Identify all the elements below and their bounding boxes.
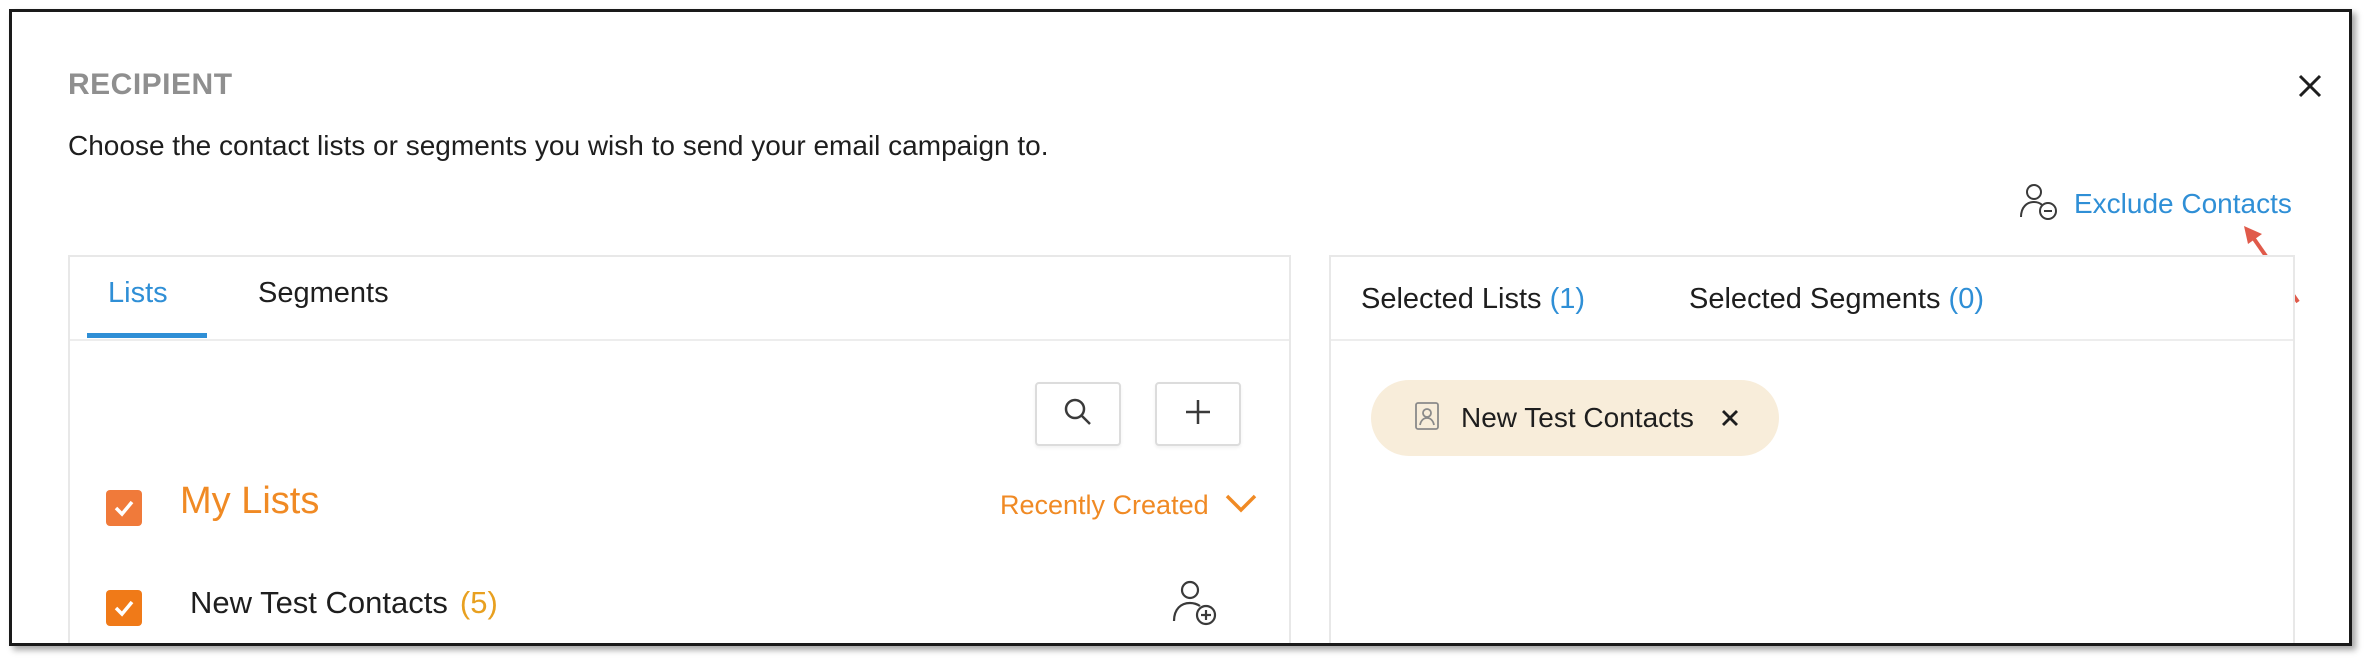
- selected-panel: Selected Lists (1) Selected Segments (0)…: [1329, 255, 2295, 643]
- exclude-contacts-label: Exclude Contacts: [2074, 188, 2292, 219]
- my-lists-checkbox[interactable]: [106, 490, 142, 526]
- recipient-dialog: RECIPIENT Choose the contact lists or se…: [9, 9, 2352, 646]
- tab-selected-segments[interactable]: Selected Segments (0): [1689, 283, 1984, 316]
- selected-tabbar: Selected Lists (1) Selected Segments (0): [1331, 257, 2293, 341]
- add-list-button[interactable]: [1155, 382, 1241, 446]
- chevron-down-icon: [1223, 491, 1259, 520]
- selected-segments-label: Selected Segments: [1689, 283, 1941, 315]
- list-item-count: (5): [459, 585, 498, 620]
- sort-dropdown[interactable]: Recently Created: [1000, 490, 1259, 521]
- lists-tabbar: Lists Segments: [70, 257, 1289, 341]
- exclude-contacts-link[interactable]: Exclude Contacts: [2018, 180, 2292, 228]
- search-icon: [1061, 395, 1095, 434]
- tab-selected-lists[interactable]: Selected Lists (1): [1361, 283, 1585, 316]
- chip-label: New Test Contacts: [1461, 402, 1694, 433]
- my-lists-title: My Lists: [180, 480, 320, 522]
- list-item-name: New Test Contacts: [190, 585, 448, 620]
- user-minus-icon: [2018, 181, 2060, 228]
- remove-chip-icon[interactable]: [1718, 406, 1742, 430]
- active-tab-indicator: [87, 333, 207, 338]
- list-item[interactable]: New Test Contacts (5): [190, 585, 498, 621]
- tab-lists[interactable]: Lists: [108, 277, 168, 310]
- dialog-description: Choose the contact lists or segments you…: [68, 130, 1049, 161]
- selected-lists-label: Selected Lists: [1361, 283, 1542, 315]
- sort-label: Recently Created: [1000, 490, 1209, 520]
- selected-list-chip: New Test Contacts: [1371, 380, 1779, 456]
- dialog-title: RECIPIENT: [68, 68, 233, 101]
- tab-segments[interactable]: Segments: [258, 277, 389, 310]
- close-icon[interactable]: [2288, 64, 2332, 108]
- list-item-checkbox[interactable]: [106, 590, 142, 626]
- selected-lists-count: (1): [1549, 283, 1586, 315]
- plus-icon: [1181, 395, 1215, 434]
- selected-segments-count: (0): [1948, 283, 1984, 315]
- contact-list-icon: [1413, 401, 1441, 436]
- search-button[interactable]: [1035, 382, 1121, 446]
- lists-panel: Lists Segments My Lists Recently Created…: [68, 255, 1291, 643]
- add-user-icon[interactable]: [1170, 577, 1222, 634]
